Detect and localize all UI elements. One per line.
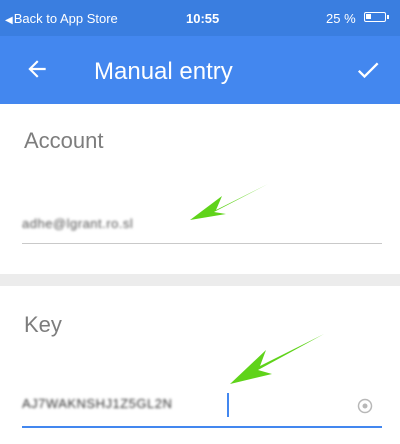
key-field[interactable]: AJ7WAKNSHJ1Z5GL2N (22, 396, 172, 411)
status-time: 10:55 (186, 11, 220, 26)
back-triangle-icon: ◀ (5, 15, 13, 26)
annotation-arrow-icon (190, 184, 268, 220)
text-cursor (227, 393, 229, 417)
account-field-underline (22, 243, 382, 244)
key-label: Key (24, 312, 62, 337)
key-section: Key AJ7WAKNSHJ1Z5GL2N (0, 286, 400, 444)
account-label: Account (24, 128, 104, 153)
clear-icon[interactable] (357, 398, 373, 414)
battery-percentage: 25 % (326, 11, 356, 26)
arrow-left-icon[interactable] (24, 56, 50, 82)
key-field-underline (22, 426, 382, 428)
app-bar: Manual entry (0, 36, 400, 104)
section-divider (0, 274, 400, 286)
annotation-arrow-icon (230, 334, 324, 384)
page-title: Manual entry (94, 58, 233, 85)
status-bar: ◀Back to App Store 10:55 25 % (0, 0, 400, 36)
back-to-app-store-link[interactable]: ◀Back to App Store (5, 11, 118, 26)
account-field[interactable]: adhe@lgrant.ro.sl (22, 216, 133, 231)
battery-icon (364, 12, 389, 22)
back-to-app-store-label: Back to App Store (13, 11, 118, 26)
check-icon[interactable] (354, 56, 382, 84)
